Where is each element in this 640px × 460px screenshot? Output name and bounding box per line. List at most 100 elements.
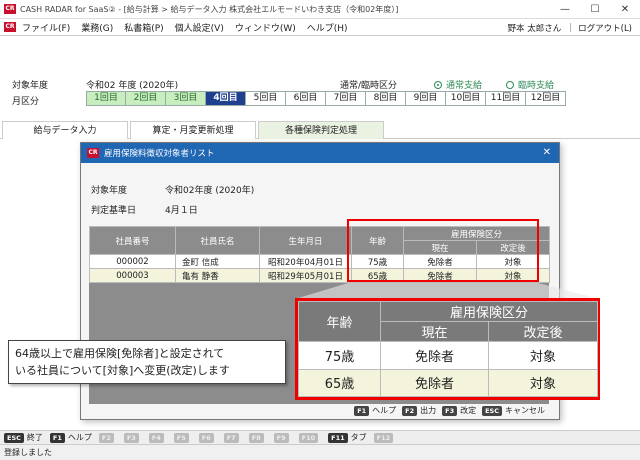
fkey-label: タブ (350, 433, 367, 442)
fkey-label: 終了 (26, 433, 43, 442)
status-bar: 登録しました (0, 444, 640, 460)
dialog-title: 雇用保険料徴収対象者リスト (104, 149, 215, 159)
month-button-8[interactable]: 8回目 (366, 91, 406, 106)
menu-help[interactable]: ヘルプ(H) (307, 21, 348, 34)
radio-normal-label: 通常支給 (446, 81, 483, 91)
year-value: 令和02 年度 (2020年) (86, 81, 179, 91)
radio-selected-icon (434, 80, 442, 89)
key-f2[interactable]: F2 (402, 405, 418, 416)
zoom-cell-after: 対象 (487, 341, 599, 370)
tab-strip: 給与データ入力 算定・月変更新処理 各種保険判定処理 (0, 121, 640, 139)
radio-extra-label: 臨時支給 (518, 81, 555, 91)
key-esc[interactable]: ESC (482, 405, 502, 416)
revise-button[interactable]: 改定 (460, 405, 476, 416)
dialog-date-label: 判定基準日 (91, 206, 137, 216)
zoom-cell-age: 75歳 (298, 341, 381, 370)
zoom-header-group: 雇用保険区分 (379, 301, 599, 322)
help-button[interactable]: ヘルプ (372, 405, 396, 416)
month-button-9[interactable]: 9回目 (406, 91, 446, 106)
close-button[interactable]: ✕ (610, 0, 640, 19)
fkey-f3: F3 (123, 432, 139, 443)
month-button-11[interactable]: 11回目 (486, 91, 526, 106)
key-f1[interactable]: F1 (354, 405, 370, 416)
key-f3[interactable]: F3 (442, 405, 458, 416)
month-button-4[interactable]: 4回目 (206, 91, 246, 106)
zoom-row: 75歳 免除者 対象 (298, 341, 599, 370)
month-button-2[interactable]: 2回目 (126, 91, 166, 106)
cell-name: 亀有 静香 (175, 268, 260, 283)
fkey-f11[interactable]: F11 (328, 432, 348, 443)
dialog-year-label: 対象年度 (91, 186, 128, 196)
cell-dob: 昭和29年05月01日 (259, 268, 352, 283)
dialog-close-icon[interactable]: ✕ (543, 147, 551, 158)
zoom-callout: 年齢 雇用保険区分 現在 改定後 75歳 免除者 対象 65歳 免除者 対象 (295, 298, 600, 400)
month-button-12[interactable]: 12回目 (526, 91, 566, 106)
menu-bar: CR ファイル(F) 業務(G) 私書箱(P) 個人設定(V) ウィンドウ(W)… (0, 19, 640, 36)
fkey-f5: F5 (173, 432, 189, 443)
app-logo-icon: CR (4, 4, 16, 14)
cell-dob: 昭和20年04月01日 (259, 254, 352, 269)
radio-normal-pay[interactable]: 通常支給 (434, 78, 482, 91)
month-selector: 1回目 2回目 3回目 4回目 5回目 6回目 7回目 8回目 9回目 10回目 11回目 12回目 (86, 91, 566, 106)
menu-window[interactable]: ウィンドウ(W) (235, 21, 296, 34)
menu-business[interactable]: 業務(G) (81, 21, 113, 34)
zoom-header-age: 年齢 (298, 301, 381, 342)
pay-type-label: 通常/臨時区分 (340, 81, 398, 91)
fkey-f1[interactable]: F1 (49, 432, 65, 443)
zoom-header-current: 現在 (380, 321, 489, 342)
radio-extra-pay[interactable]: 臨時支給 (506, 78, 554, 91)
fkey-f2: F2 (98, 432, 114, 443)
cell-id: 000002 (89, 254, 176, 269)
minimize-button[interactable]: — (550, 0, 580, 19)
menu-file[interactable]: ファイル(F) (22, 21, 70, 34)
zoom-cell-age: 65歳 (298, 368, 381, 397)
cell-name: 金町 信成 (175, 254, 260, 269)
note-line-1: 64歳以上で雇用保険[免除者]と設定されて (15, 347, 225, 360)
tab-monthly-update[interactable]: 算定・月変更新処理 (130, 121, 256, 139)
fkey-esc[interactable]: ESC (4, 432, 24, 443)
zoom-cell-after: 対象 (487, 368, 599, 397)
explanation-note: 64歳以上で雇用保険[免除者]と設定されて いる社員について[対象]へ変更(改定… (8, 340, 286, 384)
cell-id: 000003 (89, 268, 176, 283)
month-button-3[interactable]: 3回目 (166, 91, 206, 106)
col-header-name: 社員氏名 (175, 226, 260, 255)
month-button-7[interactable]: 7回目 (326, 91, 366, 106)
fkey-f10: F10 (298, 432, 319, 443)
fkey-label: ヘルプ (67, 433, 92, 442)
year-label: 対象年度 (12, 81, 49, 91)
cancel-button[interactable]: キャンセル (505, 405, 545, 416)
month-label: 月区分 (12, 97, 40, 107)
dialog-footer-keys: F1 ヘルプ F2 出力 F3 改定 ESC キャンセル (354, 405, 551, 416)
maximize-button[interactable]: ☐ (580, 0, 610, 19)
menu-personal-settings[interactable]: 個人設定(V) (175, 21, 224, 34)
dialog-logo-icon: CR (87, 148, 99, 158)
menu-private-box[interactable]: 私書箱(P) (124, 21, 163, 34)
window-title: CASH RADAR for SaaS② - [給与計算 > 給与データ入力 株… (20, 4, 399, 14)
user-name: 野本 太郎さん (507, 23, 562, 34)
zoom-header-after: 改定後 (487, 321, 599, 342)
dialog-title-bar: CR 雇用保険料徴収対象者リスト ✕ (81, 143, 559, 163)
month-button-10[interactable]: 10回目 (446, 91, 486, 106)
col-header-dob: 生年月日 (259, 226, 352, 255)
window-controls: — ☐ ✕ (550, 0, 640, 19)
tab-insurance-judgment[interactable]: 各種保険判定処理 (258, 121, 384, 139)
fkey-f7: F7 (223, 432, 239, 443)
month-button-5[interactable]: 5回目 (246, 91, 286, 106)
output-button[interactable]: 出力 (420, 405, 436, 416)
zoom-cell-current: 免除者 (380, 368, 489, 397)
zoom-cell-current: 免除者 (380, 341, 489, 370)
logout-button[interactable]: ログアウト(L) (578, 22, 632, 34)
col-header-id: 社員番号 (89, 226, 176, 255)
fkey-f6: F6 (198, 432, 214, 443)
month-button-6[interactable]: 6回目 (286, 91, 326, 106)
highlight-box (347, 219, 539, 282)
dialog-year-value: 令和02年度 (2020年) (165, 186, 255, 196)
fkey-f9: F9 (273, 432, 289, 443)
menu-logo-icon: CR (4, 22, 16, 32)
month-button-1[interactable]: 1回目 (86, 91, 126, 106)
tab-salary-input[interactable]: 給与データ入力 (2, 121, 128, 139)
radio-unselected-icon (506, 80, 514, 89)
function-key-bar: ESC 終了 F1 ヘルプ F2 F3 F4 F5 F6 F7 F8 F9 F10 F11 タブ F12 (0, 430, 640, 444)
note-line-2: いる社員について[対象]へ変更(改定)します (15, 364, 230, 377)
fkey-f8: F8 (248, 432, 264, 443)
